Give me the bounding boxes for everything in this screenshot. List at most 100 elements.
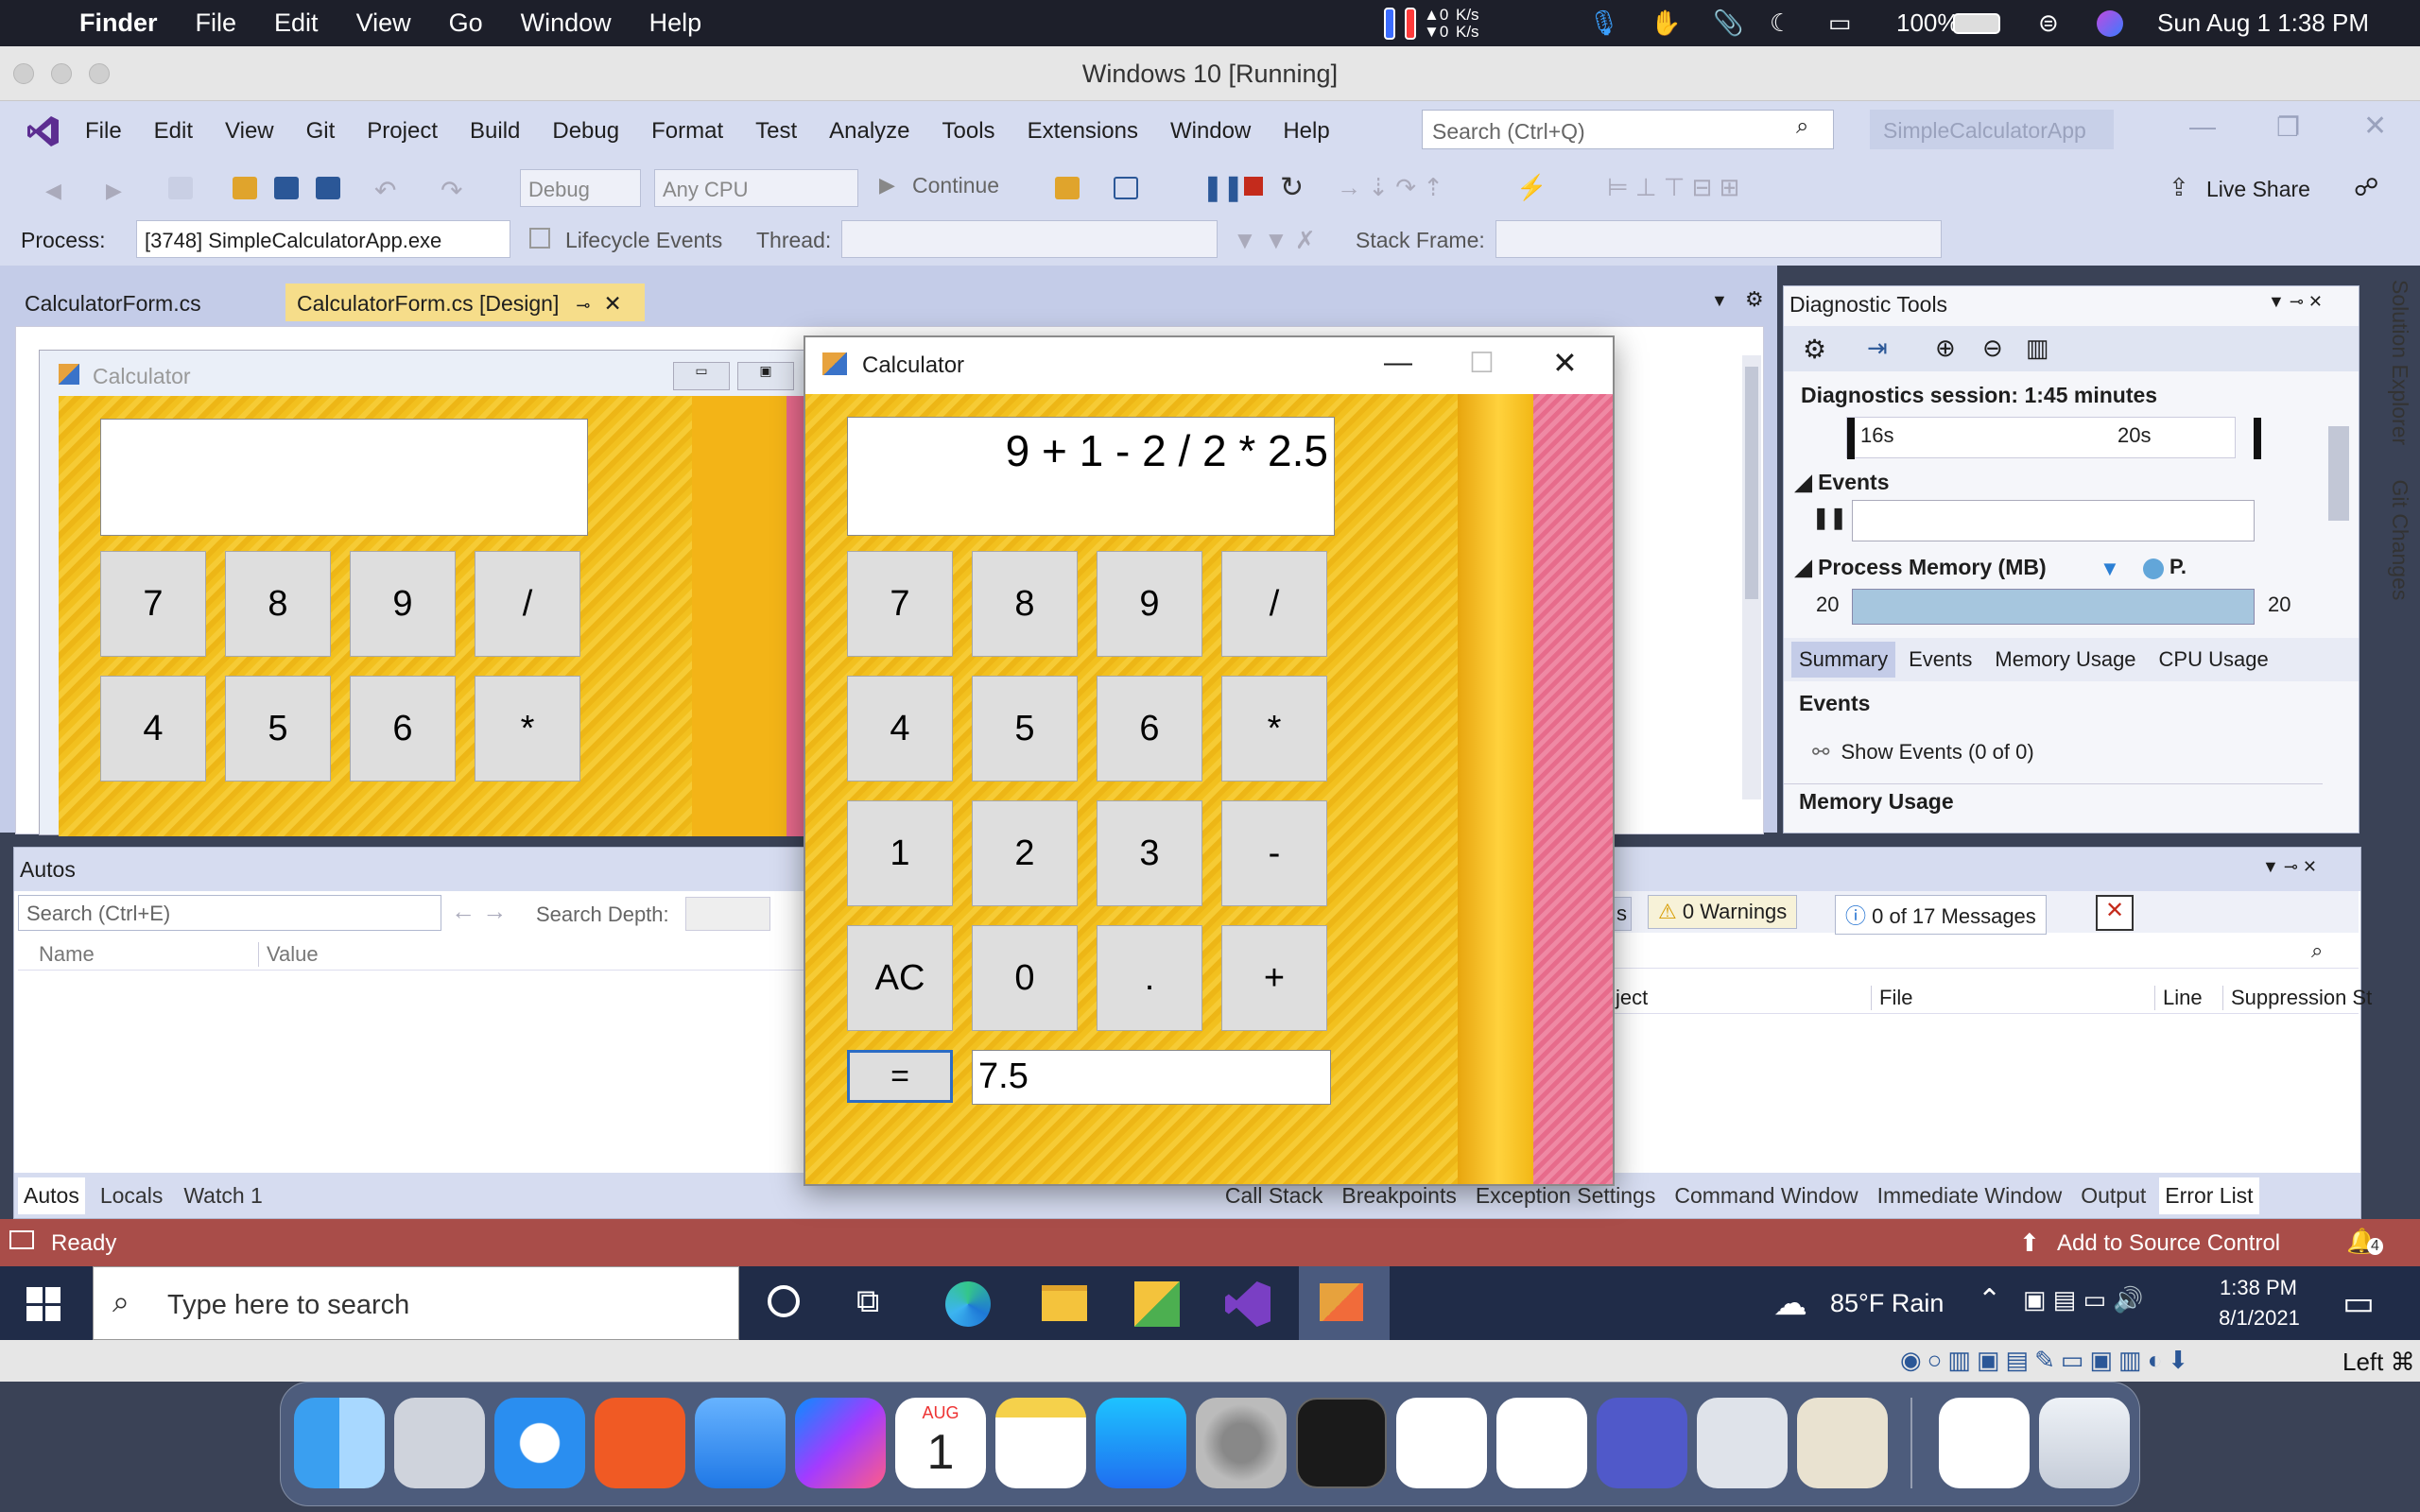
errors-filter[interactable]: s <box>1612 897 1632 931</box>
app-store-dock-icon[interactable] <box>1096 1398 1186 1488</box>
events-pause-icon[interactable]: ❚❚ <box>1812 506 1847 530</box>
designer-btn-6[interactable]: 6 <box>350 676 456 782</box>
notification-center-icon[interactable]: ▭ <box>2342 1283 2375 1323</box>
col-project[interactable]: ject <box>1616 986 1648 1010</box>
visual-studio-mac-dock-icon[interactable] <box>1396 1398 1487 1488</box>
btn-4[interactable]: 4 <box>847 676 953 782</box>
btn-divide[interactable]: / <box>1221 551 1327 657</box>
filter-icons[interactable]: ▼ ▼ ✗ <box>1233 226 1316 255</box>
save-all-icon[interactable] <box>316 177 340 199</box>
menu-clock[interactable]: Sun Aug 1 1:38 PM <box>2157 0 2369 46</box>
side-tab-git-changes[interactable]: Git Changes <box>2388 480 2412 601</box>
designer-btn-9[interactable]: 9 <box>350 551 456 657</box>
btn-3[interactable]: 3 <box>1097 800 1202 906</box>
network-meter-icon[interactable]: ▲0 ▼0 K/s K/s <box>1384 0 1479 46</box>
edge-icon[interactable] <box>945 1281 991 1327</box>
tab-cpu-usage[interactable]: CPU Usage <box>2159 647 2269 672</box>
moon-icon[interactable]: ☾ <box>1770 0 1791 46</box>
feedback-icon[interactable]: ☍ <box>2354 173 2378 202</box>
redo-icon[interactable]: ↷ <box>441 175 465 205</box>
tab-error-list[interactable]: Error List <box>2159 1177 2259 1214</box>
btn-6[interactable]: 6 <box>1097 676 1202 782</box>
designer-scrollbar[interactable] <box>1742 355 1761 799</box>
messages-filter[interactable]: ⓘ 0 of 17 Messages <box>1835 895 2047 935</box>
platform-dropdown[interactable]: Any CPU <box>654 169 858 207</box>
btn-subtract[interactable]: - <box>1221 800 1327 906</box>
result-field[interactable]: 7.5 <box>972 1050 1331 1105</box>
menu-finder[interactable]: Finder <box>79 9 158 38</box>
btn-equals[interactable]: = <box>847 1050 953 1103</box>
vs-menu-view[interactable]: View <box>225 118 274 145</box>
vs-search-input[interactable]: Search (Ctrl+Q) <box>1422 110 1834 149</box>
forward-icon[interactable]: ▶ <box>106 179 130 202</box>
menu-view[interactable]: View <box>356 9 411 38</box>
control-center-icon[interactable]: ⊜ <box>2038 0 2059 46</box>
settings-gear-icon[interactable]: ⚙ <box>1745 287 1764 312</box>
close-tab-icon[interactable]: ✕ <box>603 291 621 316</box>
folder-icon[interactable] <box>1055 177 1080 199</box>
designer-btn-divide[interactable]: / <box>475 551 580 657</box>
close-icon[interactable]: ✕ <box>2363 110 2387 143</box>
menu-edit[interactable]: Edit <box>274 9 319 38</box>
taskbar-time[interactable]: 1:38 PM <box>2216 1276 2301 1300</box>
live-share-button[interactable]: Live Share <box>2206 177 2310 202</box>
col-value[interactable]: Value <box>258 942 319 967</box>
terminal-dock-icon[interactable] <box>1296 1398 1387 1488</box>
col-file[interactable]: File <box>1871 986 1912 1010</box>
diag-scrollbar[interactable] <box>2328 351 2357 645</box>
downloads-stack-dock-icon[interactable] <box>1939 1398 2030 1488</box>
trash-dock-icon[interactable] <box>2039 1398 2130 1488</box>
side-tab-solution-explorer[interactable]: Solution Explorer <box>2388 280 2412 445</box>
calendar-dock-icon[interactable]: AUG 1 <box>895 1398 986 1488</box>
calc-close-icon[interactable]: ✕ <box>1552 345 1578 381</box>
continue-button[interactable]: Continue <box>912 173 999 198</box>
finder-dock-icon[interactable] <box>294 1398 385 1488</box>
restore-icon[interactable]: ❐ <box>2276 112 2300 143</box>
filter-clear-icon[interactable]: ✕ <box>2096 895 2134 931</box>
tab-calculator-form-cs[interactable]: CalculatorForm.cs <box>13 284 213 321</box>
autos-search-input[interactable]: Search (Ctrl+E) <box>18 895 441 931</box>
notes-dock-icon[interactable] <box>995 1398 1086 1488</box>
undo-icon[interactable]: ↶ <box>374 175 399 205</box>
diag-settings-icon[interactable]: ⚙ <box>1803 334 1826 365</box>
show-events-link[interactable]: ⚯ Show Events (0 of 0) <box>1812 740 2034 765</box>
tab-output[interactable]: Output <box>2075 1177 2152 1214</box>
stop-icon[interactable] <box>1244 177 1263 196</box>
col-name[interactable]: Name <box>39 942 95 967</box>
tab-dropdown-icon[interactable]: ▼ <box>1711 291 1728 311</box>
vs-menu-project[interactable]: Project <box>367 118 438 145</box>
tab-events[interactable]: Events <box>1909 647 1972 672</box>
configuration-dropdown[interactable]: Debug <box>520 169 641 207</box>
live-share-icon[interactable]: ⇪ <box>2169 173 2189 202</box>
tab-autos[interactable]: Autos <box>18 1177 85 1214</box>
btn-8[interactable]: 8 <box>972 551 1078 657</box>
vs-menu-debug[interactable]: Debug <box>552 118 619 145</box>
save-icon[interactable] <box>274 177 299 199</box>
windows-start-icon[interactable] <box>26 1287 60 1321</box>
restart-icon[interactable]: ↻ <box>1280 171 1304 204</box>
designer-display[interactable] <box>100 419 588 536</box>
pause-icon[interactable]: ❚❚ <box>1202 173 1244 202</box>
cortana-icon[interactable] <box>768 1285 800 1317</box>
designer-btn-7[interactable]: 7 <box>100 551 206 657</box>
siri-icon[interactable] <box>2097 0 2123 46</box>
search-depth-dropdown[interactable] <box>685 897 770 931</box>
process-memory-label[interactable]: ◢ Process Memory (MB) <box>1795 555 2047 580</box>
btn-9[interactable]: 9 <box>1097 551 1202 657</box>
warnings-filter[interactable]: ⚠ 0 Warnings <box>1648 895 1798 929</box>
designer-btn-5[interactable]: 5 <box>225 676 331 782</box>
paint-icon[interactable] <box>1134 1281 1180 1327</box>
safari-dock-icon[interactable] <box>494 1398 585 1488</box>
calc-maximize-icon[interactable]: ☐ <box>1469 347 1495 380</box>
pin-icon[interactable]: ⊸ <box>576 296 590 315</box>
teams-dock-icon[interactable] <box>1597 1398 1687 1488</box>
vs-menu-extensions[interactable]: Extensions <box>1028 118 1138 145</box>
stack-frame-dropdown[interactable] <box>1495 220 1942 258</box>
autos-window-icons[interactable]: ▼ ⊸ ✕ <box>2262 857 2317 877</box>
file-explorer-icon[interactable] <box>1042 1285 1087 1321</box>
brave-dock-icon[interactable] <box>595 1398 685 1488</box>
events-section-label[interactable]: ◢ Events <box>1795 470 1890 495</box>
vbox-device-icons[interactable]: ◉○▥▣▤✎▭▣▥◐⬇ <box>1900 1346 2194 1375</box>
vs-menu-analyze[interactable]: Analyze <box>829 118 909 145</box>
btn-clear[interactable]: AC <box>847 925 953 1031</box>
